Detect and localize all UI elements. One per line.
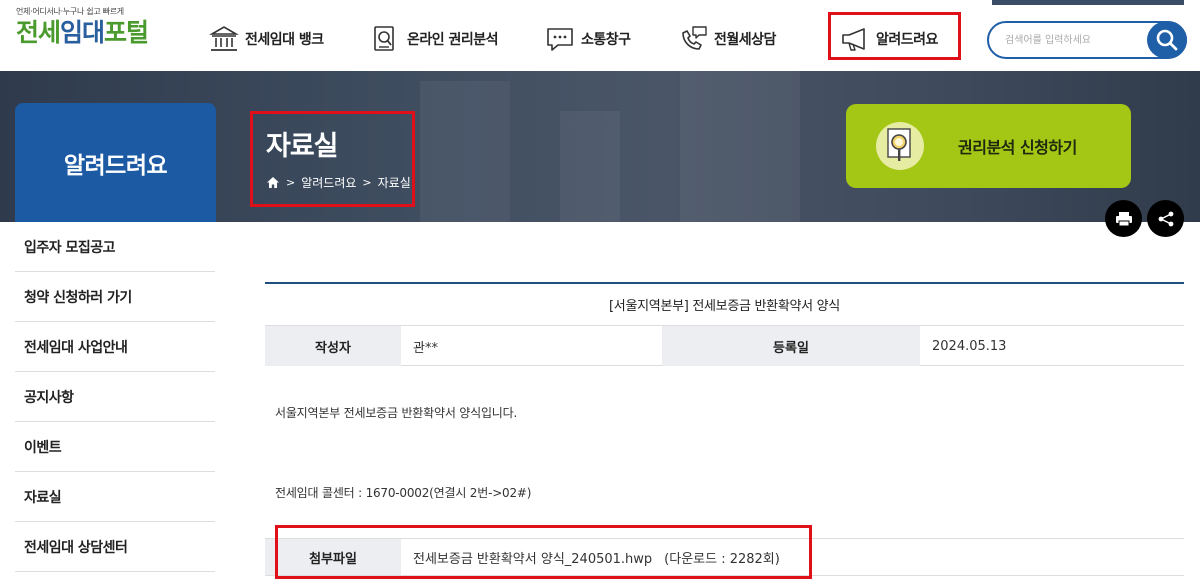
- sidebar-menu: 입주자 모집공고 청약 신청하러 가기 전세임대 사업안내 공지사항 이벤트 자…: [15, 222, 215, 572]
- search-icon: [1156, 29, 1178, 51]
- annotation-highlight-box: [828, 12, 961, 60]
- date-value: 2024.05.13: [932, 338, 1007, 354]
- site-header: 언제·어디서나·누구나 쉽고 빠르게 전세임대포털 전세임대 뱅크 온라인 권리…: [0, 0, 1200, 71]
- document-magnifier-icon: [876, 122, 924, 170]
- sidebar-item-label: 이벤트: [24, 439, 62, 456]
- post-subject: [서울지역본부] 전세보증금 반환확약서 양식: [609, 299, 840, 314]
- post-body-line: 전세임대 콜센터 : 1670-0002(연결시 2번->02#): [275, 486, 532, 500]
- site-logo[interactable]: 언제·어디서나·누구나 쉽고 빠르게 전세임대포털: [16, 6, 156, 48]
- chat-bubble-icon: [547, 28, 573, 51]
- sidebar-item-label: 자료실: [24, 489, 62, 506]
- sub-visual-banner: 알려드려요 자료실 > 알려드려요 > 자료실 권리분석 신청하기: [0, 71, 1200, 222]
- date-label: 등록일: [662, 326, 920, 366]
- banner-bg-shape: [420, 81, 510, 222]
- nav-item-communication[interactable]: 소통창구: [545, 22, 631, 56]
- search-input[interactable]: [1005, 31, 1145, 49]
- post-subject-row: [서울지역본부] 전세보증금 반환확약서 양식: [265, 282, 1184, 326]
- section-title-box: 알려드려요: [15, 103, 216, 222]
- post-meta-row: 작성자 관** 등록일 2024.05.13: [265, 326, 1184, 366]
- print-icon: [1115, 211, 1132, 226]
- logo-wordmark: 전세임대포털: [16, 18, 149, 47]
- nav-label: 소통창구: [581, 32, 631, 48]
- document-search-icon: [374, 26, 394, 51]
- apply-rights-analysis-button[interactable]: 권리분석 신청하기: [846, 104, 1131, 188]
- banner-bg-shape: [560, 111, 620, 222]
- nav-item-online-rights-analysis[interactable]: 온라인 권리분석: [371, 22, 499, 56]
- bank-icon: [209, 26, 239, 51]
- author-label: 작성자: [265, 326, 401, 366]
- annotation-highlight-box: [250, 111, 415, 207]
- sidebar-item-label: 공지사항: [24, 389, 74, 406]
- nav-item-jeonse-bank[interactable]: 전세임대 뱅크: [209, 22, 324, 56]
- sidebar-item-business-guide[interactable]: 전세임대 사업안내: [15, 322, 215, 372]
- share-icon: [1158, 211, 1173, 226]
- nav-label: 전월세상담: [714, 32, 776, 48]
- sidebar-item-events[interactable]: 이벤트: [15, 422, 215, 472]
- post-body-line: 서울지역본부 전세보증금 반환확약서 양식입니다.: [275, 406, 518, 420]
- nav-item-rent-consult[interactable]: 전월세상담: [678, 22, 776, 56]
- phone-chat-icon: [682, 26, 707, 50]
- apply-button-label: 권리분석 신청하기: [958, 138, 1077, 157]
- share-button[interactable]: [1147, 200, 1184, 237]
- print-button[interactable]: [1105, 200, 1142, 237]
- search-button[interactable]: [1147, 21, 1187, 59]
- post-view: [서울지역본부] 전세보증금 반환확약서 양식 작성자 관** 등록일 2024…: [265, 282, 1184, 576]
- section-title: 알려드려요: [63, 152, 168, 179]
- sidebar-item-recruit-notice[interactable]: 입주자 모집공고: [15, 222, 215, 272]
- sidebar-item-label: 입주자 모집공고: [24, 239, 116, 256]
- sidebar-item-apply[interactable]: 청약 신청하러 가기: [15, 272, 215, 322]
- sidebar-item-notices[interactable]: 공지사항: [15, 372, 215, 422]
- sidebar-item-label: 전세임대 사업안내: [24, 339, 128, 356]
- logo-tagline: 언제·어디서나·누구나 쉽고 빠르게: [16, 7, 124, 16]
- sidebar-item-consult-center[interactable]: 전세임대 상담센터: [15, 522, 215, 572]
- sidebar-item-label: 청약 신청하러 가기: [24, 289, 132, 306]
- sidebar-item-archive[interactable]: 자료실: [15, 472, 215, 522]
- sidebar-item-label: 전세임대 상담센터: [24, 539, 128, 556]
- banner-bg-shape: [680, 71, 800, 222]
- nav-label: 전세임대 뱅크: [245, 32, 324, 48]
- annotation-highlight-box: [275, 525, 812, 579]
- search-box: [987, 21, 1187, 59]
- nav-label: 온라인 권리분석: [407, 32, 499, 48]
- author-value: 관**: [413, 340, 438, 356]
- top-utility-strip: [992, 0, 1184, 5]
